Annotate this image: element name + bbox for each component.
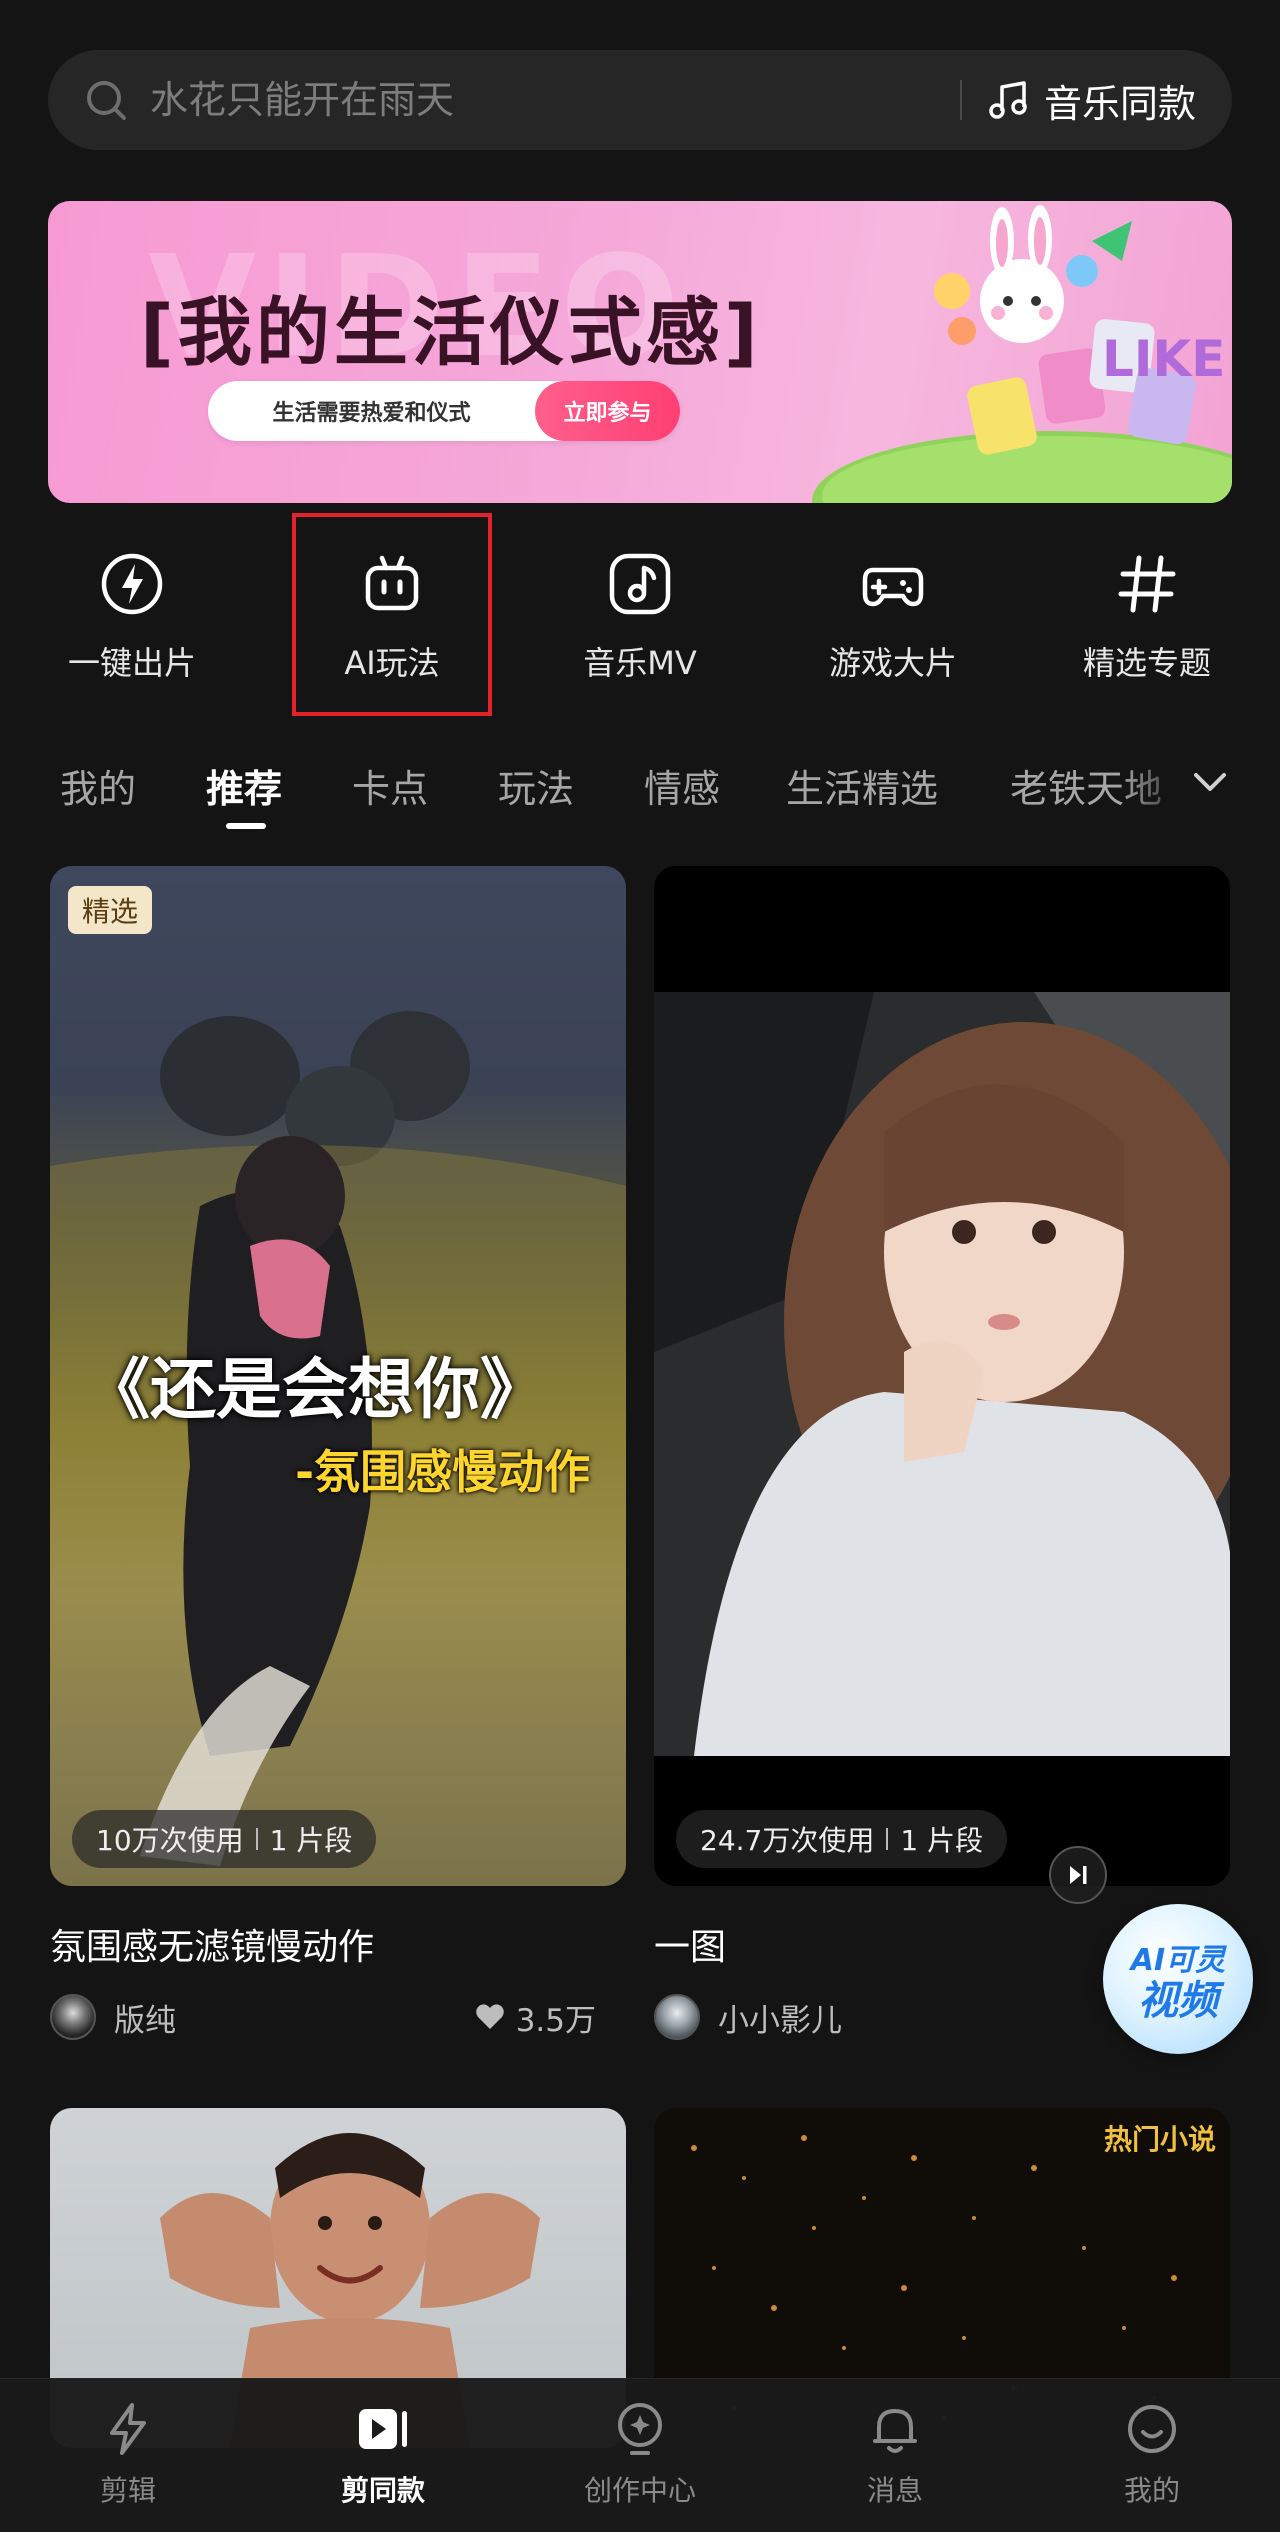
music-same-label: 音乐同款 xyxy=(1043,81,1196,126)
banner-title: [我的生活仪式感] xyxy=(140,290,762,376)
ai-video-float-button[interactable]: AI可灵 视频 xyxy=(1103,1904,1253,2054)
usage-badge: 10万次使用 1 片段 xyxy=(72,1810,377,1868)
like-count-value: 3.5万 xyxy=(515,2002,596,2039)
card-thumbnail[interactable]: 精选 《还是会想你》 -氛围感慢动作 10万次使用 1 片段 xyxy=(50,866,626,1886)
template-card[interactable]: 精选 《还是会想你》 -氛围感慢动作 10万次使用 1 片段 氛围感无滤镜慢动作… xyxy=(50,866,626,2040)
promo-banner[interactable]: VIDEO [我的生活仪式感] 生活需要热爱和仪式 立即参与 LIKE xyxy=(48,201,1232,503)
featured-badge: 精选 xyxy=(68,886,153,934)
nav-label: 我的 xyxy=(1123,2474,1180,2507)
chevron-down-icon[interactable] xyxy=(1188,760,1232,804)
tab-emotion[interactable]: 情感 xyxy=(644,758,720,813)
highlight-box xyxy=(292,513,492,716)
quick-entry-label: 精选专题 xyxy=(1082,644,1211,682)
bunny-illustration: LIKE xyxy=(812,205,1232,503)
quick-entry-game[interactable]: 游戏大片 xyxy=(793,550,993,684)
active-tab-indicator xyxy=(226,823,266,829)
usage-count: 10万次使用 xyxy=(96,1824,244,1857)
like-count: 3.5万 xyxy=(474,1995,626,2040)
author-name[interactable]: 版纯 xyxy=(114,1995,474,2040)
lightning-icon xyxy=(101,553,163,615)
template-icon xyxy=(359,2409,407,2449)
search-icon xyxy=(87,81,126,120)
quick-entry-label: 一键出片 xyxy=(67,644,196,682)
tab-play[interactable]: 玩法 xyxy=(498,758,574,813)
nav-label: 剪同款 xyxy=(340,2474,425,2507)
card-meta: 版纯 3.5万 xyxy=(50,1994,626,2040)
skip-icon xyxy=(1070,1866,1087,1884)
bottom-nav: 剪辑 剪同款 创作中心 消息 我的 xyxy=(0,2378,1280,2532)
search-input[interactable] xyxy=(150,78,950,122)
quick-entry-label: 游戏大片 xyxy=(828,644,957,682)
nav-profile[interactable]: 我的 xyxy=(1052,2399,1252,2509)
banner-subtitle: 生活需要热爱和仪式 xyxy=(272,401,471,426)
music-note-icon xyxy=(989,81,1027,119)
smile-icon xyxy=(1128,2405,1176,2453)
hot-novel-tag: 热门小说 xyxy=(1103,2123,1216,2156)
music-note-icon xyxy=(609,553,671,615)
skip-button[interactable] xyxy=(1049,1846,1107,1904)
bulb-icon xyxy=(618,2403,662,2455)
quick-entry-music-mv[interactable]: 音乐MV xyxy=(540,550,740,684)
nav-label: 剪辑 xyxy=(99,2474,156,2507)
search-bar[interactable]: 音乐同款 xyxy=(48,50,1232,150)
nav-label: 消息 xyxy=(866,2474,923,2507)
music-same-button[interactable]: 音乐同款 xyxy=(986,73,1196,128)
gamepad-icon xyxy=(862,567,924,607)
category-tabs: 我的 推荐 卡点 玩法 情感 生活精选 老铁天地 xyxy=(0,740,1280,830)
template-card[interactable]: 24.7万次使用 1 片段 一图 小小影儿 xyxy=(654,866,1230,2040)
heart-icon xyxy=(475,2004,504,2029)
avatar[interactable] xyxy=(654,1994,700,2040)
segment-count: 1 片段 xyxy=(900,1824,984,1857)
usage-badge: 24.7万次使用 1 片段 xyxy=(676,1810,1008,1868)
banner-join-button[interactable]: 立即参与 xyxy=(535,381,680,441)
quick-entry-label: 音乐MV xyxy=(583,644,697,682)
usage-divider xyxy=(886,1828,889,1850)
card-photo xyxy=(654,992,1230,1756)
hash-icon xyxy=(1118,555,1176,613)
card-thumbnail[interactable]: 24.7万次使用 1 片段 xyxy=(654,866,1230,1886)
nav-template[interactable]: 剪同款 xyxy=(283,2399,483,2509)
quick-entry-one-click[interactable]: 一键出片 xyxy=(32,550,232,684)
author-name[interactable]: 小小影儿 xyxy=(718,1995,1158,2040)
card-title: 氛围感无滤镜慢动作 xyxy=(50,1927,375,1968)
nav-label: 创作中心 xyxy=(583,2474,696,2507)
lightning-icon xyxy=(110,2403,146,2455)
nav-edit[interactable]: 剪辑 xyxy=(28,2399,228,2509)
card-overlay-subtitle: -氛围感慢动作 xyxy=(295,1445,591,1499)
usage-divider xyxy=(255,1828,258,1850)
nav-creator-center[interactable]: 创作中心 xyxy=(540,2399,740,2509)
card-overlay-title: 《还是会想你》 xyxy=(84,1351,546,1428)
tab-mine[interactable]: 我的 xyxy=(60,758,136,813)
tab-recommended[interactable]: 推荐 xyxy=(206,758,282,813)
avatar[interactable] xyxy=(50,1994,96,2040)
nav-messages[interactable]: 消息 xyxy=(795,2399,995,2509)
tab-life[interactable]: 生活精选 xyxy=(786,758,938,813)
ai-float-line2: 视频 xyxy=(1138,1978,1218,2024)
ai-float-line1: AI可灵 xyxy=(1130,1943,1226,1978)
quick-entry-row: 一键出片 AI玩法 音乐MV 游戏大片 精选专题 xyxy=(0,520,1280,720)
search-divider xyxy=(959,80,962,120)
usage-count: 24.7万次使用 xyxy=(700,1824,875,1857)
segment-count: 1 片段 xyxy=(269,1824,353,1857)
quick-entry-topics[interactable]: 精选专题 xyxy=(1047,550,1247,684)
tab-beat[interactable]: 卡点 xyxy=(352,758,428,813)
banner-art-letters: LIKE xyxy=(1102,330,1225,388)
bell-icon xyxy=(873,2409,917,2453)
banner-pill: 生活需要热爱和仪式 立即参与 xyxy=(208,381,680,441)
